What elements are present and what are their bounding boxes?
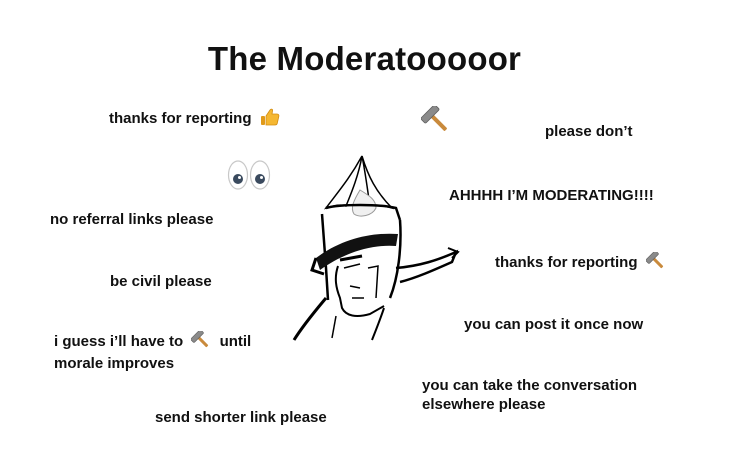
eyes-icon [227, 159, 271, 196]
phrase-send-shorter-link: send shorter link please [155, 409, 327, 426]
hammer-icon [645, 250, 666, 275]
phrase-text: until [219, 333, 252, 350]
phrase-text: i guess i’ll have to [54, 333, 184, 350]
phrase-thanks-for-reporting-thumbs: thanks for reporting [109, 108, 280, 131]
meme-title: The Moderatooooor [207, 40, 522, 77]
phrase-be-civil: be civil please [110, 273, 212, 290]
phrase-text: thanks for reporting [109, 110, 252, 127]
hammer-icon [190, 329, 211, 354]
hammer-icon [420, 104, 451, 139]
phrase-text: thanks for reporting [495, 254, 638, 271]
phrase-ahhhh-moderating: AHHHH I’M MODERATING!!!! [449, 187, 654, 204]
phrase-please-dont: please don’t [545, 123, 633, 140]
phrase-i-guess-morale: i guess i’ll have to until morale improv… [54, 329, 252, 373]
phrase-text: morale improves [54, 355, 175, 372]
phrase-post-it-once: you can post it once now [464, 316, 644, 333]
phrase-thanks-for-reporting-hammer: thanks for reporting [495, 250, 666, 275]
phrase-take-conversation-elsewhere: you can take the conversation elsewhere … [422, 377, 638, 413]
phrase-no-referral-links: no referral links please [50, 211, 214, 228]
thumbs-up-icon [260, 108, 280, 131]
moderator-knight-drawing [280, 148, 465, 353]
